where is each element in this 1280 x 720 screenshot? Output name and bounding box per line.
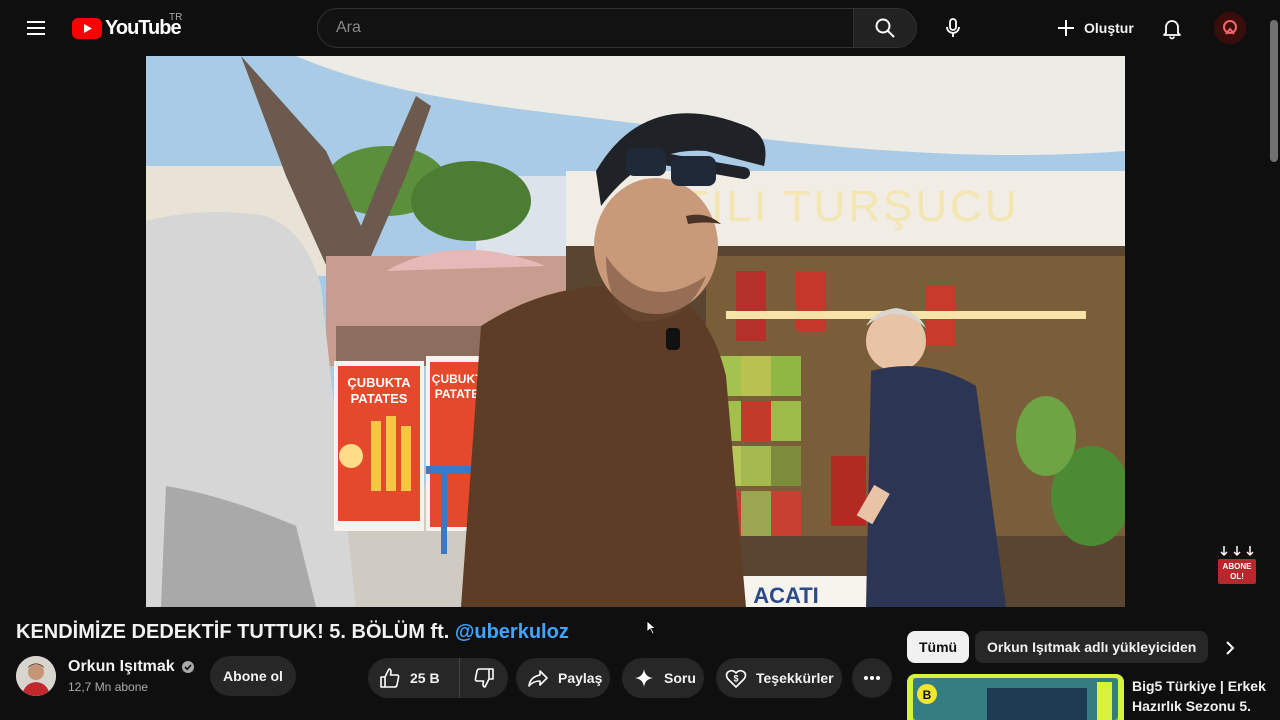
recommendation-thumbnail-image: B [907,674,1124,720]
heart-dollar-icon: $ [725,669,747,688]
voice-search-button[interactable] [933,8,973,48]
like-dislike-group: 25 B [368,658,508,698]
bell-icon [1163,20,1181,40]
svg-text:B: B [923,688,932,702]
share-button[interactable]: Paylaş [516,658,610,698]
title-mention-link[interactable]: @uberkuloz [455,621,569,643]
youtube-play-icon [72,17,102,39]
thumbs-down-icon [474,668,494,688]
mouse-cursor-icon [646,620,657,635]
recommendation-thumbnail[interactable]: B [907,674,1124,720]
channel-name-row[interactable]: Orkun Işıtmak [68,658,195,676]
thanks-label: Teşekkürler [756,670,834,686]
share-arrow-icon [528,670,548,687]
country-code: TR [169,12,183,23]
subscribe-overlay-line2: OL! [1230,572,1244,581]
svg-text:$: $ [733,674,738,684]
plus-icon [1058,20,1074,36]
search-input[interactable] [334,18,853,38]
sparkle-icon [635,669,653,687]
shop-bottom-sign: ACATI [753,583,819,607]
more-horizontal-icon [864,676,880,680]
microphone-icon [946,18,960,37]
video-player[interactable]: ÇUBUKTA PATATES ÇUBUKTA PATATES ATILI TU… [146,56,1125,607]
booth-sign-line1: ÇUBUKTA [347,375,411,390]
thanks-button[interactable]: $ Teşekkürler [716,658,842,698]
subscribe-button[interactable]: Abone ol [210,656,296,696]
subscriber-count: 12,7 Mn abone [68,680,149,694]
page-scrollbar[interactable] [1270,20,1278,162]
channel-avatar-image [16,656,56,696]
chip-all[interactable]: Tümü [907,631,970,663]
notifications-button[interactable] [1152,8,1192,48]
user-avatar-icon [1214,12,1246,44]
search-box [317,8,854,48]
like-button[interactable]: 25 B [368,658,460,698]
ask-button[interactable]: Soru [622,658,704,698]
share-label: Paylaş [558,670,603,686]
channel-avatar[interactable] [16,656,56,696]
search-button[interactable] [853,8,917,48]
subscribe-watermark[interactable]: ABONE OL! [1216,546,1258,586]
more-actions-button[interactable] [852,658,892,698]
chips-next-button[interactable] [1214,632,1246,664]
channel-name[interactable]: Orkun Işıtmak [68,658,175,676]
top-bar: YouTube TR Oluştur [0,0,1280,56]
subscribe-overlay-line1: ABONE [1223,562,1253,571]
chip-from-uploader[interactable]: Orkun Işıtmak adlı yükleyiciden [975,631,1209,663]
create-button[interactable]: Oluştur [1046,8,1148,48]
chevron-right-icon [1226,641,1235,655]
hamburger-menu-icon [27,21,45,35]
video-title: KENDİMİZE DEDEKTİF TUTTUK! 5. BÖLÜM ft. … [16,621,886,644]
recommendation-title[interactable]: Big5 Türkiye | Erkek Hazırlık Sezonu 5. … [1132,676,1268,720]
subscribe-arrows-icon: ABONE OL! [1218,546,1256,584]
booth-sign-line2: PATATES [351,391,408,406]
youtube-logo[interactable]: YouTube [72,15,182,41]
account-avatar[interactable] [1214,12,1246,44]
ask-label: Soru [664,670,696,686]
video-title-text: KENDİMİZE DEDEKTİF TUTTUK! 5. BÖLÜM ft. [16,621,455,643]
search-icon [875,18,895,38]
dislike-button[interactable] [460,658,508,698]
verified-badge-icon [181,661,194,673]
thumbs-up-icon [380,668,400,688]
create-label: Oluştur [1084,20,1134,36]
menu-button[interactable] [16,8,56,48]
video-frame: ÇUBUKTA PATATES ÇUBUKTA PATATES ATILI TU… [146,56,1125,607]
like-count: 25 B [410,670,440,686]
